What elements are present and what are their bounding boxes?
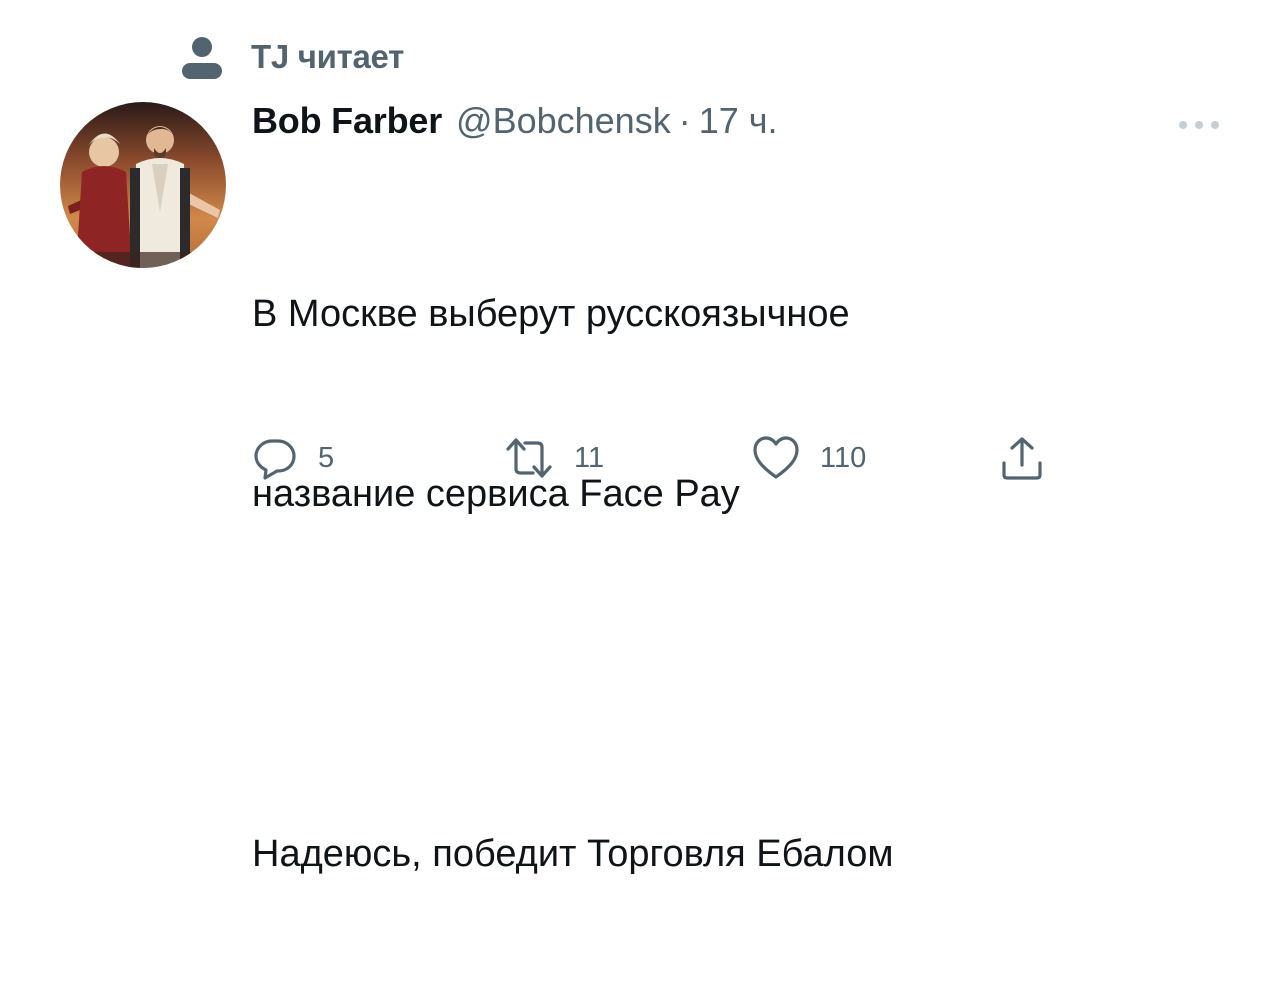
tweet[interactable]: Bob Farber @Bobchensk · 17 ч. В Москве в… — [252, 100, 1232, 1004]
timestamp[interactable]: 17 ч. — [699, 100, 778, 142]
more-icon — [1179, 121, 1219, 129]
tweet-text-line: Надеюсь, победит Торговля Ебалом — [252, 833, 894, 875]
like-count: 110 — [820, 441, 867, 474]
retweet-icon — [506, 438, 552, 478]
tweet-text-line: В Москве выберут русскоязычное — [252, 293, 850, 335]
share-button[interactable] — [1000, 430, 1044, 486]
action-bar: 5 11 110 — [252, 430, 1072, 486]
tweet-text: В Москве выберут русскоязычное название … — [252, 164, 1232, 1004]
separator: · — [678, 100, 691, 141]
avatar[interactable] — [60, 102, 226, 268]
retweet-count: 11 — [574, 441, 605, 474]
author-handle[interactable]: @Bobchensk — [456, 100, 671, 142]
person-icon — [182, 37, 222, 79]
more-options-button[interactable] — [1176, 110, 1222, 140]
retweet-button[interactable]: 11 — [504, 430, 604, 486]
reply-count: 5 — [318, 441, 335, 474]
reply-button[interactable]: 5 — [252, 430, 334, 486]
author-name[interactable]: Bob Farber — [252, 100, 442, 142]
social-context-label: TJ читает — [251, 38, 405, 75]
share-icon — [1002, 437, 1042, 480]
tweet-header: Bob Farber @Bobchensk · 17 ч. — [252, 100, 1232, 156]
reply-icon — [254, 439, 296, 480]
heart-icon — [753, 436, 799, 479]
like-button[interactable]: 110 — [752, 430, 866, 486]
social-context[interactable]: TJ читает — [178, 32, 404, 82]
